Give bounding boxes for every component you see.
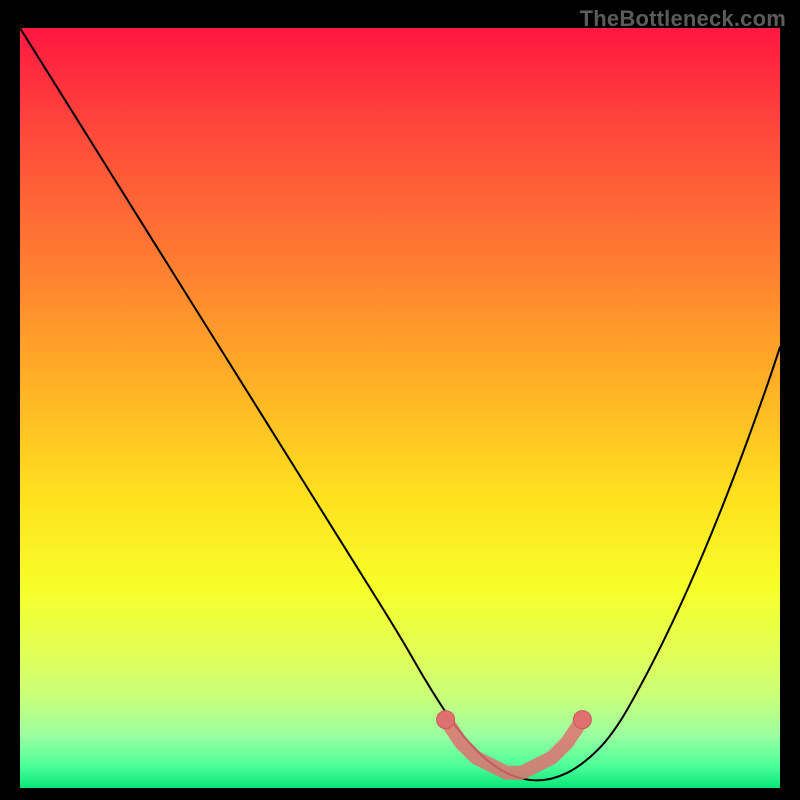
- watermark-text: TheBottleneck.com: [580, 6, 786, 32]
- gradient-background: [20, 28, 780, 788]
- chart-svg: [20, 28, 780, 788]
- marker-dot: [437, 711, 455, 729]
- marker-dot: [573, 711, 591, 729]
- chart-frame: TheBottleneck.com: [0, 0, 800, 800]
- plot-area: [20, 28, 780, 788]
